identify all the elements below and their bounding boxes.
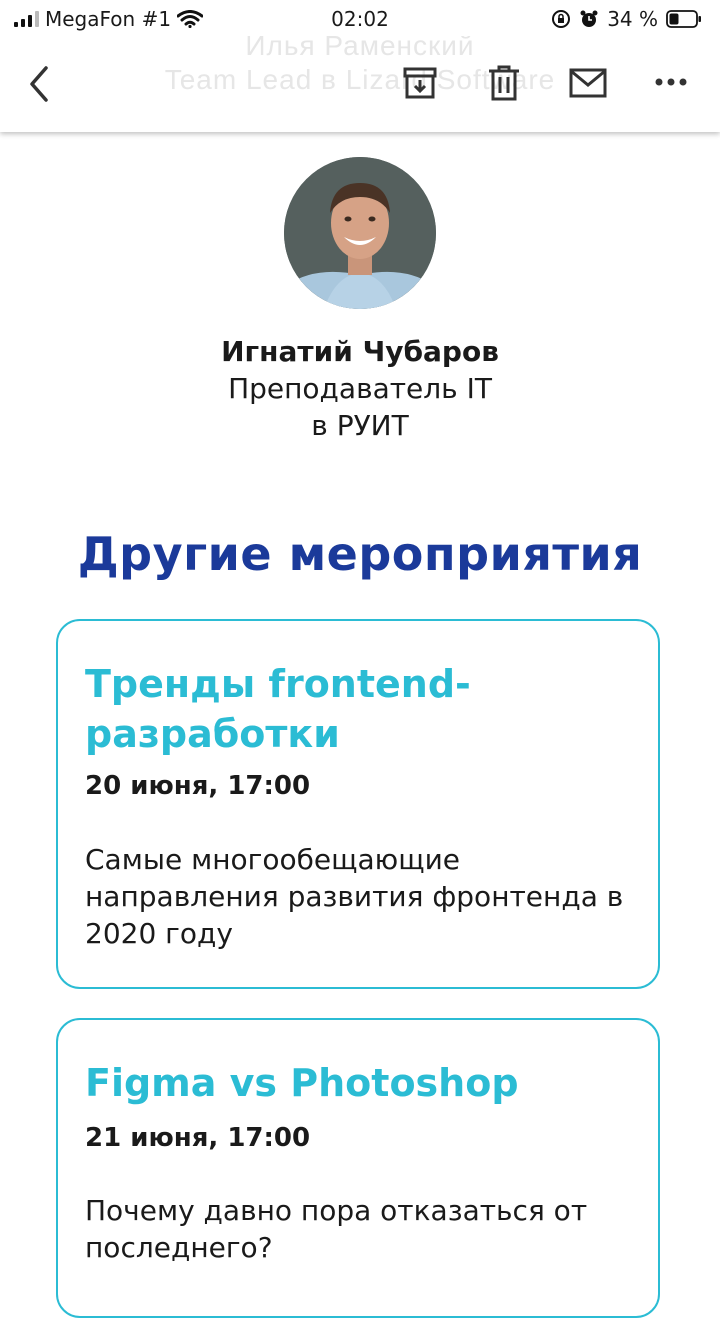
trash-icon[interactable] — [487, 64, 521, 102]
back-icon[interactable] — [24, 64, 54, 104]
speaker-name: Игнатий Чубаров — [221, 335, 499, 368]
event-description: Самые многообещающие направления развити… — [85, 843, 624, 950]
mail-toolbar: Илья Раменский Team Lead в Lizard Softwa… — [0, 30, 720, 132]
status-right: 34 % — [551, 7, 702, 31]
event-title[interactable]: Figma vs Photoshop — [85, 1058, 645, 1108]
speaker-role: Преподаватель IT — [228, 372, 492, 405]
more-icon[interactable] — [655, 76, 687, 88]
section-title: Другие мероприятия — [77, 527, 643, 581]
status-bar: MegaFon #1 02:02 34 % — [0, 0, 720, 36]
mail-icon[interactable] — [569, 68, 607, 98]
battery-icon — [666, 10, 701, 28]
event-title[interactable]: Тренды frontend-разработки — [85, 659, 645, 759]
event-card[interactable]: Figma vs Photoshop 21 июня, 17:00 Почему… — [56, 1018, 660, 1318]
sender-title-background: Team Lead в Lizard Software — [164, 64, 556, 95]
speaker-avatar — [284, 157, 436, 309]
archive-icon[interactable] — [402, 65, 438, 101]
lock-rotation-icon — [552, 10, 571, 28]
battery-percent: 34 % — [607, 7, 658, 31]
event-date: 20 июня, 17:00 — [85, 771, 311, 801]
alarm-icon — [580, 10, 598, 27]
event-description: Почему давно пора отказаться от последне… — [85, 1194, 588, 1264]
event-date: 21 июня, 17:00 — [85, 1123, 311, 1153]
event-card[interactable]: Тренды frontend-разработки 20 июня, 17:0… — [56, 619, 660, 989]
speaker-company: в РУИТ — [311, 409, 409, 442]
